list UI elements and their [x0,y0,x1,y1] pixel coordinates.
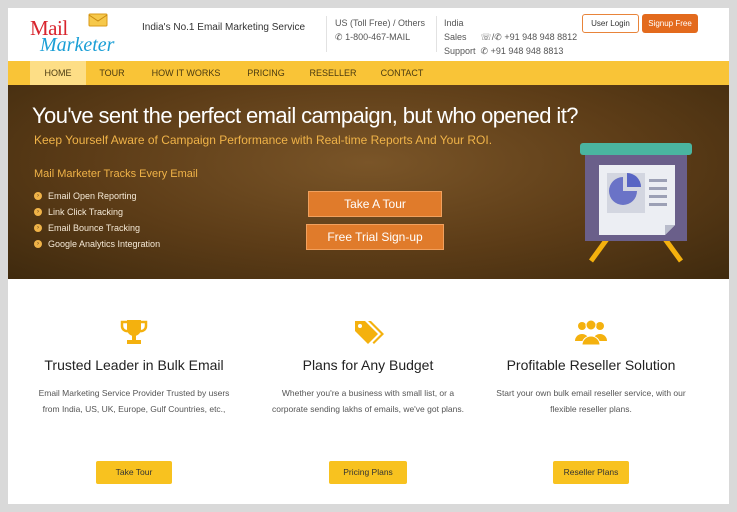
feature-column-plans: Plans for Any Budget Whether you're a bu… [260,279,476,504]
phone-icon: ✆ [494,32,502,42]
free-trial-signup-button[interactable]: Free Trial Sign-up [306,224,444,250]
list-item: › Google Analytics Integration [34,236,160,252]
list-item: › Email Open Reporting [34,188,160,204]
page-frame: Mail Marketer India's No.1 Email Marketi… [8,8,729,504]
reseller-plans-button[interactable]: Reseller Plans [553,461,629,484]
logo-text-marketer: Marketer [40,34,115,56]
pricing-plans-button[interactable]: Pricing Plans [329,461,407,484]
presentation-board-icon [580,143,692,263]
phone-icon: ✆ [335,32,343,42]
phone-icon: ✆ [480,46,489,56]
nav-item-home[interactable]: HOME [30,61,86,85]
feature-label: Email Bounce Tracking [48,223,141,233]
feature-column-trusted: Trusted Leader in Bulk Email Email Marke… [26,279,242,504]
list-item: › Link Click Tracking [34,204,160,220]
take-a-tour-button[interactable]: Take A Tour [308,191,442,217]
feature-column-reseller: Profitable Reseller Solution Start your … [483,279,699,504]
header-divider [326,16,327,52]
hero-banner: You've sent the perfect email campaign, … [8,85,729,279]
trophy-icon [120,320,148,344]
hero-subtitle: Keep Yourself Aware of Campaign Performa… [34,133,493,147]
nav-item-reseller[interactable]: RESELLER [302,61,364,85]
column-description: Start your own bulk email reseller servi… [496,388,686,414]
hero-title: You've sent the perfect email campaign, … [32,103,578,128]
us-contact-label: US (Toll Free) / Others [335,18,426,28]
feature-label: Link Click Tracking [48,207,124,217]
tagline: India's No.1 Email Marketing Service [142,22,306,33]
header-divider [436,16,437,52]
site-header: Mail Marketer India's No.1 Email Marketi… [8,8,729,61]
chevron-right-icon: › [34,208,42,216]
take-tour-button[interactable]: Take Tour [96,461,172,484]
support-label: Support [444,46,476,56]
column-description: Email Marketing Service Provider Trusted… [38,388,230,414]
us-phone-number[interactable]: 1-800-467-MAIL [345,32,410,42]
tracking-feature-list: › Email Open Reporting › Link Click Tracki… [34,188,160,252]
nav-item-how-it-works[interactable]: HOW IT WORKS [142,61,230,85]
chevron-right-icon: › [34,240,42,248]
india-contact: India Sales ☏/✆ +91 948 948 8812 Support… [444,18,578,56]
column-title: Plans for Any Budget [302,357,434,373]
column-description: Whether you're a business with small lis… [271,388,465,414]
sales-label: Sales [444,32,467,42]
tracks-heading: Mail Marketer Tracks Every Email [34,168,198,180]
column-title: Trusted Leader in Bulk Email [44,357,224,373]
list-item: › Email Bounce Tracking [34,220,160,236]
user-login-button[interactable]: User Login [582,14,639,33]
chevron-right-icon: › [34,224,42,232]
support-phone-number[interactable]: +91 948 948 8813 [491,46,564,56]
main-nav: HOME TOUR HOW IT WORKS PRICING RESELLER … [8,61,729,85]
feature-label: Google Analytics Integration [48,239,161,249]
column-title: Profitable Reseller Solution [506,357,676,373]
price-tags-icon [355,321,384,344]
sales-phone-number[interactable]: +91 948 948 8812 [504,32,577,42]
india-contact-label: India [444,18,464,28]
chevron-right-icon: › [34,192,42,200]
nav-item-contact[interactable]: CONTACT [370,61,434,85]
mail-marketer-logo[interactable]: Mail Marketer [30,12,134,56]
users-group-icon [575,319,607,346]
signup-free-button[interactable]: Signup Free [642,14,698,33]
feature-label: Email Open Reporting [48,191,137,201]
nav-item-tour[interactable]: TOUR [88,61,136,85]
envelope-icon [88,13,108,27]
nav-item-pricing[interactable]: PRICING [236,61,296,85]
us-contact: US (Toll Free) / Others ✆ 1-800-467-MAIL [335,16,425,44]
whatsapp-icon: ☏ [480,32,492,42]
